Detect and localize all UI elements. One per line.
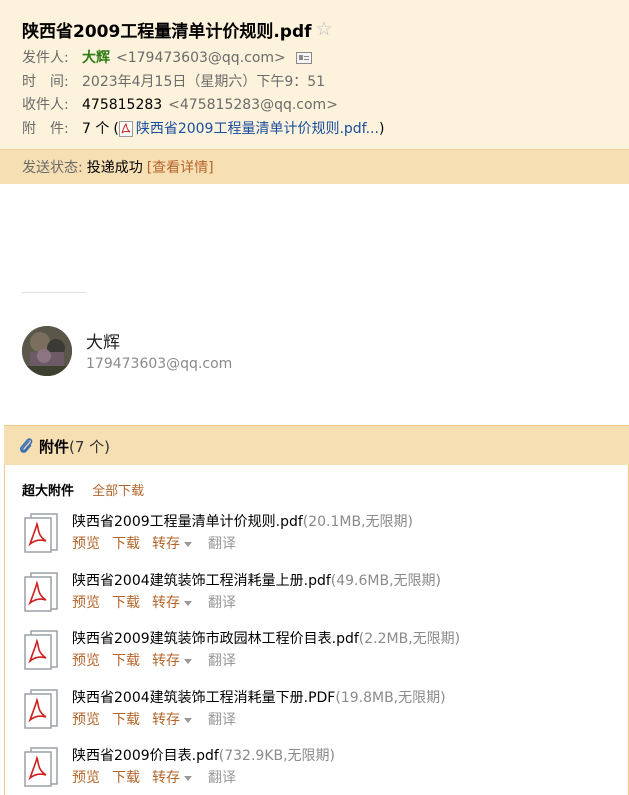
attachment-actions: 预览 下载 转存 翻译 (72, 592, 248, 612)
paperclip-icon (19, 438, 33, 453)
star-icon[interactable]: ☆ (316, 19, 333, 39)
translate-link[interactable]: 翻译 (208, 712, 236, 728)
pdf-file-icon[interactable] (22, 630, 60, 670)
save-to-dropdown[interactable]: 转存 (152, 653, 192, 669)
attachment-actions: 预览 下载 转存 翻译 (72, 533, 248, 553)
from-row: 发件人: 大辉 <179473603@qq.com> (22, 48, 312, 68)
download-link[interactable]: 下载 (112, 653, 140, 669)
attachment-size: (19.8MB,无限期) (335, 690, 446, 706)
attachment-filename[interactable]: 陕西省2009工程量清单计价规则.pdf (72, 514, 303, 530)
attach-label: 附 件: (22, 121, 69, 137)
download-link[interactable]: 下载 (112, 712, 140, 728)
status-detail-link[interactable]: [查看详情] (147, 157, 214, 177)
attachment-filename[interactable]: 陕西省2004建筑装饰工程消耗量上册.pdf (72, 573, 331, 589)
download-link[interactable]: 下载 (112, 595, 140, 611)
body-divider (22, 292, 86, 293)
to-name[interactable]: 475815283 (82, 95, 162, 115)
avatar[interactable] (22, 326, 72, 376)
translate-link[interactable]: 翻译 (208, 595, 236, 611)
preview-link[interactable]: 预览 (72, 653, 100, 669)
attachment-item: 陕西省2009价目表.pdf(732.9KB,无限期) 预览 下载 转存 翻译 (22, 745, 612, 795)
contact-card-icon[interactable] (295, 52, 312, 64)
pdf-file-icon[interactable] (22, 689, 60, 729)
attachment-item: 陕西省2004建筑装饰工程消耗量下册.PDF(19.8MB,无限期) 预览 下载 转存… (22, 687, 612, 737)
attach-close-paren: ) (378, 121, 385, 137)
attachment-size: (49.6MB,无限期) (330, 573, 442, 589)
attachment-filename[interactable]: 陕西省2009价目表.pdf (72, 748, 219, 764)
from-email[interactable]: <179473603@qq.com> (116, 48, 286, 68)
to-label: 收件人: (22, 97, 69, 113)
download-link[interactable]: 下载 (112, 536, 140, 552)
attach-row: 附 件: 7 个 ( 陕西省2009工程量清单计价规则.pdf... ) (22, 119, 384, 139)
attachment-item: 陕西省2009建筑装饰市政园林工程价目表.pdf(2.2MB,无限期) 预览 下载转… (22, 628, 612, 678)
attachment-name-line: 陕西省2009建筑装饰市政园林工程价目表.pdf(2.2MB,无限期) (72, 628, 460, 648)
attachment-name-line: 陕西省2004建筑装饰工程消耗量下册.PDF(19.8MB,无限期) (72, 687, 446, 707)
pdf-file-icon[interactable] (22, 572, 60, 612)
pdf-file-icon[interactable] (22, 747, 60, 787)
to-email[interactable]: <475815283@qq.com> (168, 95, 338, 115)
sender-name: 大辉 (86, 333, 120, 353)
attachment-name-line: 陕西省2009价目表.pdf(732.9KB,无限期) (72, 745, 335, 765)
translate-link[interactable]: 翻译 (208, 653, 236, 669)
attachment-filename[interactable]: 陕西省2009建筑装饰市政园林工程价目表.pdf (72, 631, 359, 647)
attachment-filename[interactable]: 陕西省2004建筑装饰工程消耗量下册.PDF (72, 690, 335, 706)
preview-link[interactable]: 预览 (72, 536, 100, 552)
translate-link[interactable]: 翻译 (208, 536, 236, 552)
attachment-actions: 预览 下载 转存 翻译 (72, 650, 248, 670)
attachment-name-line: 陕西省2004建筑装饰工程消耗量上册.pdf(49.6MB,无限期) (72, 570, 441, 590)
attachment-size: (732.9KB,无限期) (218, 748, 336, 764)
attachment-item: 陕西省2009工程量清单计价规则.pdf(20.1MB,无限期) 预览 下载 转存 翻译 (22, 511, 612, 561)
status-value: 投递成功 (86, 160, 143, 176)
sender-email: 179473603@qq.com (86, 356, 233, 372)
from-label: 发件人: (22, 50, 69, 66)
save-to-dropdown[interactable]: 转存 (152, 595, 192, 611)
attachment-actions: 预览 下载 转存 翻译 (72, 767, 248, 787)
super-attachments-row: 超大附件 全部下载 (22, 480, 144, 499)
delivery-status-bar: 发送状态: 投递成功 [查看详情] (0, 149, 629, 184)
time-row: 时 间: 2023年4月15日（星期六）下午9：51 (22, 72, 325, 92)
mail-header: 陕西省2009工程量清单计价规则.pdf ☆ 发件人: 大辉 <17947360… (0, 0, 629, 184)
attachments-count: (7 个) (69, 437, 111, 456)
download-all-link[interactable]: 全部下载 (92, 484, 144, 499)
preview-link[interactable]: 预览 (72, 712, 100, 728)
attachment-item: 陕西省2004建筑装饰工程消耗量上册.pdf(49.6MB,无限期) 预览 下载 转存… (22, 570, 612, 620)
attachment-actions: 预览 下载 转存 翻译 (72, 709, 248, 729)
attach-link[interactable]: 陕西省2009工程量清单计价规则.pdf... (136, 119, 379, 139)
time-value: 2023年4月15日（星期六）下午9：51 (82, 74, 326, 90)
from-name[interactable]: 大辉 (82, 48, 110, 68)
attachment-name-line: 陕西省2009工程量清单计价规则.pdf(20.1MB,无限期) (72, 511, 413, 531)
subject-row: 陕西省2009工程量清单计价规则.pdf ☆ (22, 15, 333, 43)
preview-link[interactable]: 预览 (72, 595, 100, 611)
status-label: 发送状态: (22, 160, 83, 176)
mail-subject: 陕西省2009工程量清单计价规则.pdf (22, 21, 312, 42)
to-row: 收件人: 475815283 <475815283@qq.com> (22, 95, 338, 115)
pdf-file-icon[interactable] (22, 513, 60, 553)
attach-count: 7 个 (82, 121, 110, 137)
attachment-size: (20.1MB,无限期) (302, 514, 414, 530)
pdf-icon (118, 121, 133, 137)
attachments-header: 附件 (7 个) (4, 425, 629, 466)
save-to-dropdown[interactable]: 转存 (152, 536, 192, 552)
time-label: 时 间: (22, 74, 69, 90)
attachments-title: 附件 (39, 437, 70, 456)
save-to-dropdown[interactable]: 转存 (152, 712, 192, 728)
attachment-size: (2.2MB,无限期) (358, 631, 461, 647)
super-attachments-label: 超大附件 (22, 484, 75, 499)
